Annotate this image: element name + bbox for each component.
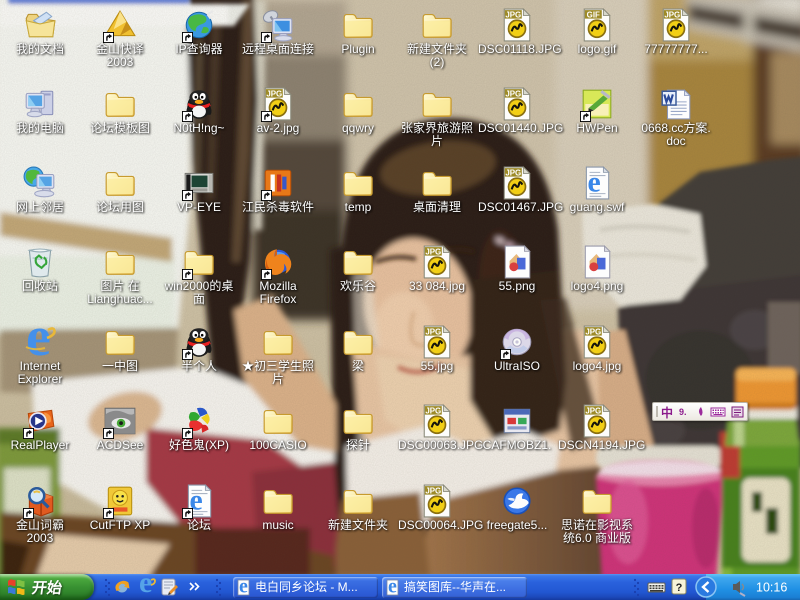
svg-text:e: e	[388, 577, 397, 598]
svg-text:9.: 9.	[679, 407, 687, 417]
svg-text:e: e	[239, 577, 248, 598]
svg-text:e: e	[139, 574, 152, 599]
svg-text:?: ?	[676, 582, 683, 594]
svg-text:10:16: 10:16	[756, 581, 787, 595]
